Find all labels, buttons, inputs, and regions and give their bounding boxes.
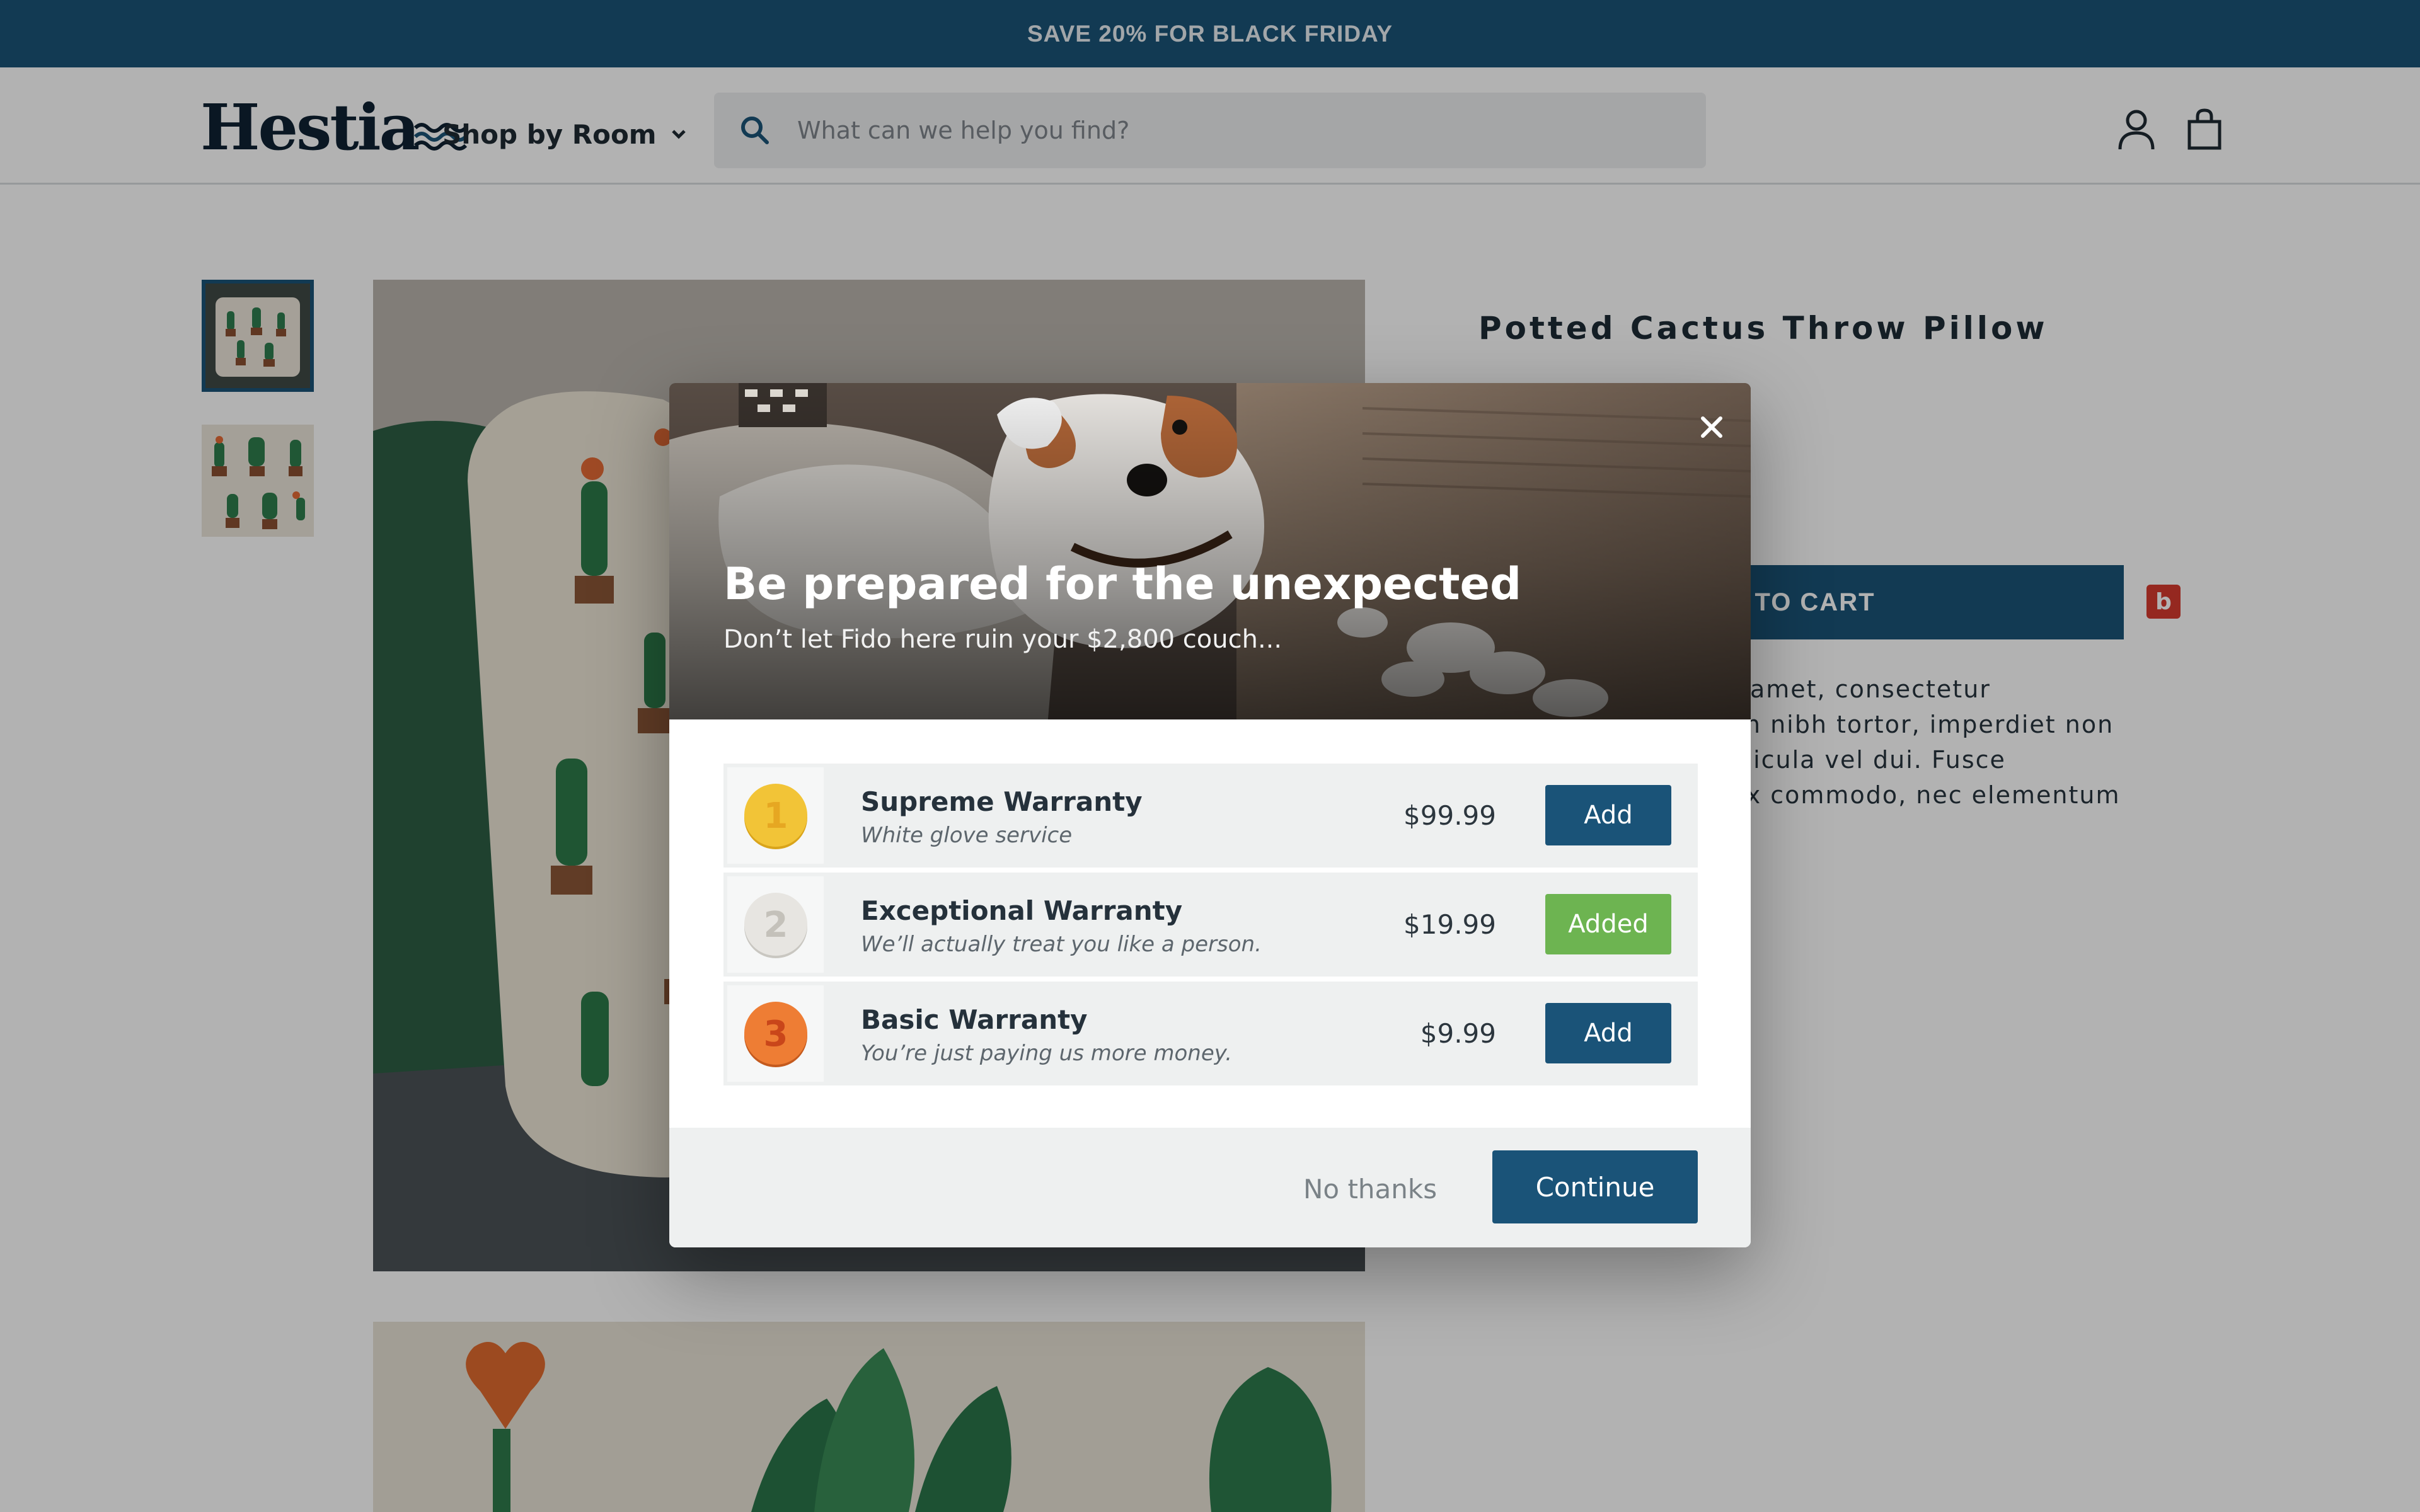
continue-button[interactable]: Continue (1492, 1150, 1698, 1223)
plan-price: $9.99 (1420, 1018, 1496, 1049)
modal-title: Be prepared for the unexpected (723, 558, 1522, 610)
plan-rank: 3 (763, 1014, 788, 1055)
plan-price: $19.99 (1403, 909, 1496, 940)
plan-name: Basic Warranty (861, 1004, 1088, 1035)
plan-name: Supreme Warranty (861, 786, 1143, 817)
modal-hero: Be prepared for the unexpected Don’t let… (669, 383, 1751, 719)
close-icon[interactable] (1690, 406, 1733, 449)
warranty-modal: Be prepared for the unexpected Don’t let… (669, 383, 1751, 1247)
plan-description: White glove service (861, 823, 1073, 848)
warranty-plan-basic: 3 Basic Warranty You’re just paying us m… (723, 982, 1698, 1085)
plan-price: $99.99 (1403, 800, 1496, 831)
plan-rank: 1 (763, 796, 788, 837)
warranty-plan-supreme: 1 Supreme Warranty White glove service $… (723, 764, 1698, 868)
warranty-plan-exceptional: 2 Exceptional Warranty We’ll actually tr… (723, 873, 1698, 976)
plan-description: You’re just paying us more money. (861, 1041, 1233, 1066)
plan-name: Exceptional Warranty (861, 895, 1183, 926)
plan-rank: 2 (763, 905, 788, 946)
bronze-medal-icon: 3 (727, 985, 824, 1082)
warranty-plan-list: 1 Supreme Warranty White glove service $… (723, 764, 1698, 1091)
plan-description: We’ll actually treat you like a person. (861, 932, 1262, 957)
add-basic-warranty-button[interactable]: Add (1545, 1003, 1671, 1063)
dog-photo (669, 383, 1751, 719)
silver-medal-icon: 2 (727, 876, 824, 973)
modal-footer: No thanks Continue (669, 1128, 1751, 1247)
gold-medal-icon: 1 (727, 767, 824, 864)
no-thanks-button[interactable]: No thanks (1299, 1167, 1441, 1211)
modal-subtitle: Don’t let Fido here ruin your $2,800 cou… (723, 625, 1282, 654)
added-exceptional-warranty-button[interactable]: Added (1545, 894, 1671, 954)
add-supreme-warranty-button[interactable]: Add (1545, 785, 1671, 845)
